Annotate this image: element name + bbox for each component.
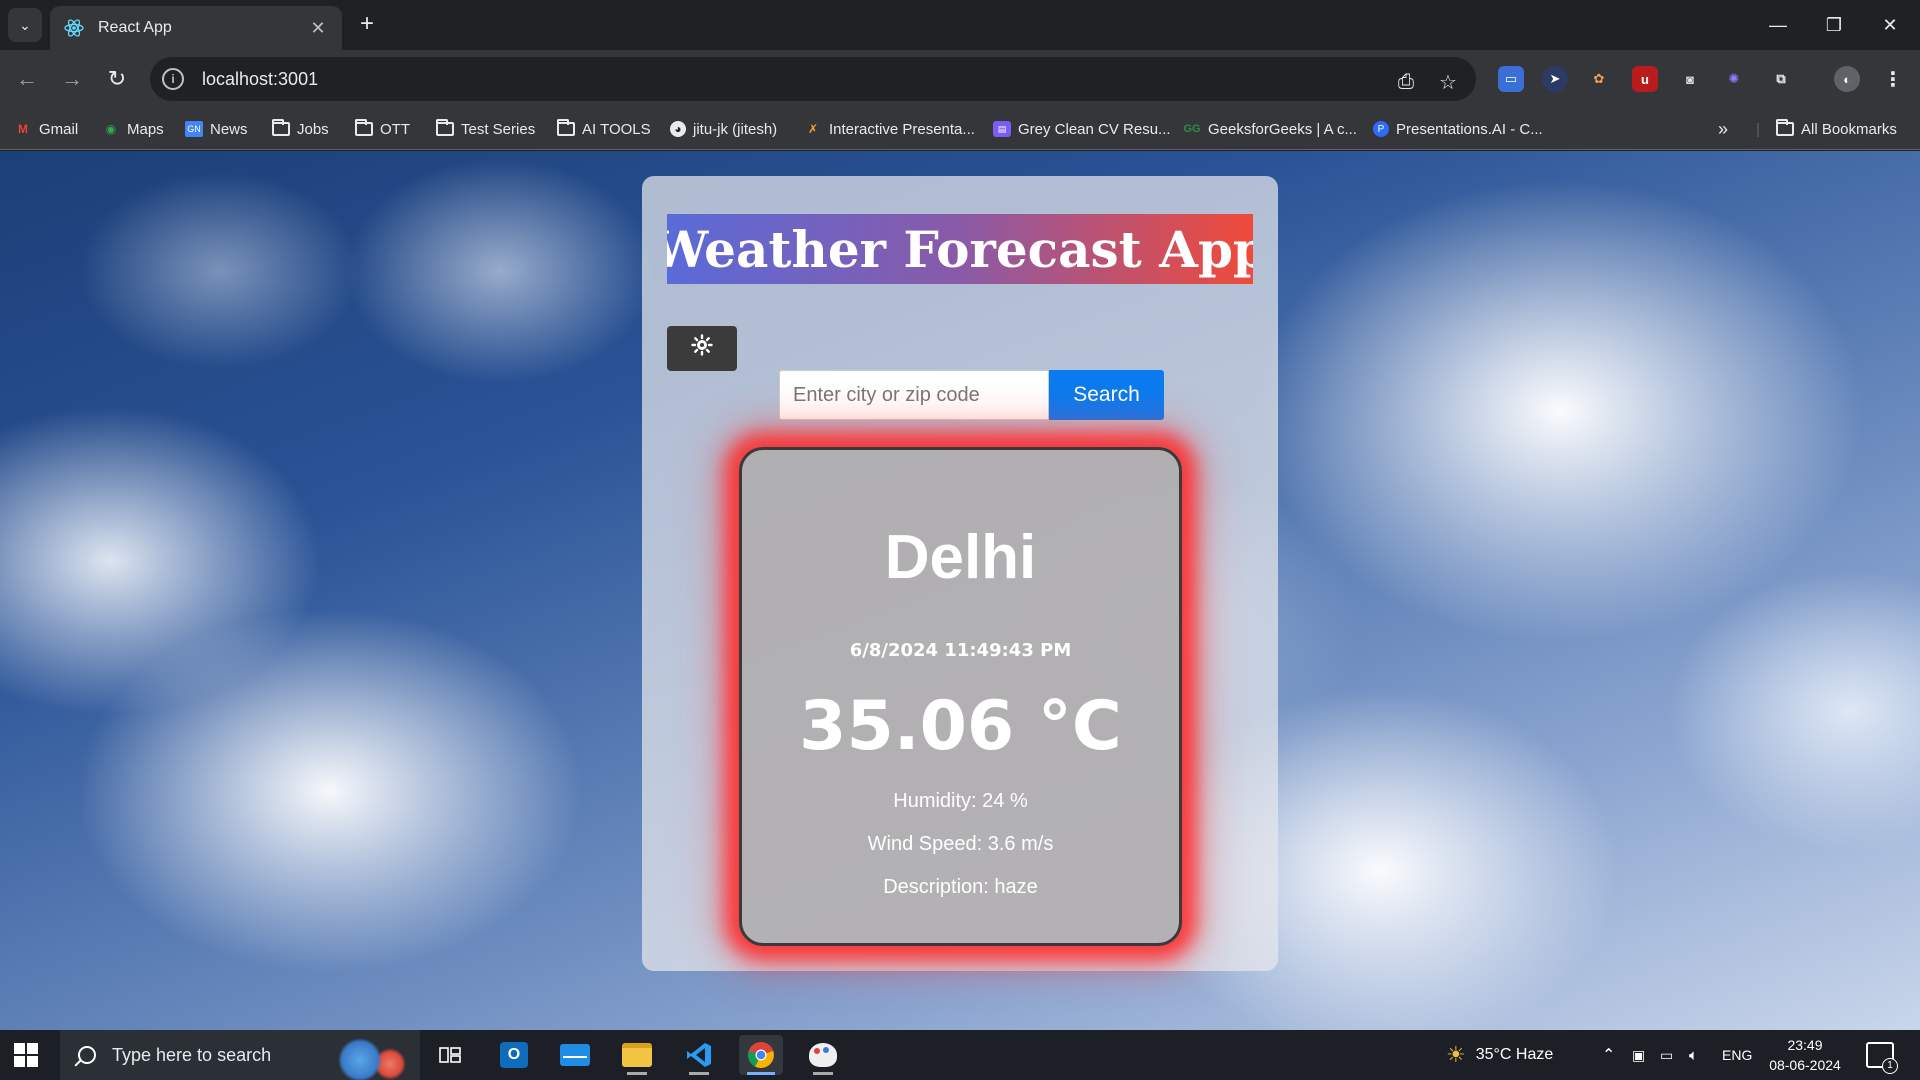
folder-icon (1776, 119, 1794, 136)
taskbar-weather[interactable]: ☀ 35°C Haze (1446, 1030, 1553, 1080)
notification-center-icon[interactable]: 1 (1866, 1042, 1898, 1074)
folder-icon (557, 119, 575, 136)
bookmark-maps[interactable]: ◉ Maps (102, 116, 164, 142)
paint-app-icon[interactable] (801, 1035, 845, 1075)
folder-icon (436, 119, 454, 136)
bookmark-news[interactable]: GN News (185, 116, 248, 142)
folder-icon (272, 119, 290, 136)
reel-extension-icon[interactable]: ✿ (1586, 66, 1612, 92)
page-viewport: Weather Forecast App Search Delhi 6/8/20… (0, 151, 1920, 1030)
site-info-icon[interactable]: i (162, 68, 184, 90)
browser-tab[interactable]: React App ✕ (50, 6, 342, 50)
bookmark-star-icon[interactable]: ☆ (1434, 68, 1462, 96)
bookmark-github[interactable]: ◕ jitu-jk (jitesh) (670, 116, 777, 142)
bookmark-gfg[interactable]: GG GeeksforGeeks | A c... (1183, 116, 1357, 142)
wind-speed: Wind Speed: 3.6 m/s (867, 833, 1054, 855)
app-title: Weather Forecast App (667, 214, 1253, 284)
bookmarks-bar: M Gmail ◉ Maps GN News Jobs OTT Test Series… (0, 108, 1920, 150)
tab-title: React App (98, 19, 172, 36)
bookmark-test-series[interactable]: Test Series (436, 116, 535, 142)
taskbar-search-placeholder: Type here to search (112, 1044, 272, 1065)
sparkle-extension-icon[interactable]: ✺ (1721, 66, 1747, 92)
search-highlight-graphic (320, 1030, 420, 1080)
haze-icon: ☀ (1446, 1042, 1466, 1067)
clock-time: 23:49 (1787, 1037, 1823, 1053)
meet-now-icon[interactable]: ▣ (1632, 1030, 1645, 1080)
install-app-icon[interactable]: ⎙ (1392, 68, 1420, 96)
ublock-icon[interactable]: u (1632, 66, 1658, 92)
weather-card: Delhi 6/8/2024 11:49:43 PM 35.06 °C Humi… (739, 447, 1182, 946)
tab-strip: ⌄ React App ✕ + — ❐ ✕ (0, 0, 1920, 50)
more-bookmarks-icon[interactable]: » (1718, 116, 1728, 142)
maps-icon: ◉ (105, 122, 117, 136)
bookmark-interactive[interactable]: ✗ Interactive Presenta... (804, 116, 975, 142)
extension-icon[interactable]: ▭ (1498, 66, 1524, 92)
back-icon[interactable]: ← (10, 62, 44, 96)
folder-icon (355, 119, 373, 136)
minimize-icon[interactable]: — (1750, 0, 1806, 50)
bookmark-divider: | (1756, 120, 1760, 138)
theme-toggle-button[interactable] (667, 326, 737, 371)
notification-count: 1 (1882, 1058, 1898, 1074)
bookmark-presentations-ai[interactable]: P Presentations.AI - C... (1373, 116, 1543, 142)
taskbar-weather-text: 35°C Haze (1475, 1046, 1554, 1063)
url-text: localhost:3001 (202, 68, 319, 89)
chevron-down-icon: ⌄ (19, 16, 31, 33)
weather-app-container: Weather Forecast App Search Delhi 6/8/20… (642, 176, 1278, 971)
bookmark-jobs[interactable]: Jobs (272, 116, 329, 142)
temperature: 35.06 °C (799, 687, 1122, 766)
new-tab-button[interactable]: + (352, 10, 382, 40)
file-explorer-icon[interactable] (615, 1035, 659, 1075)
sun-icon (691, 334, 713, 363)
cursor-extension-icon[interactable]: ➤ (1542, 66, 1568, 92)
address-bar[interactable]: i localhost:3001 ⎙ ☆ (150, 57, 1476, 101)
news-icon: GN (185, 121, 203, 137)
chrome-icon[interactable] (739, 1035, 783, 1075)
presentations-ai-icon: P (1373, 121, 1389, 137)
all-bookmarks[interactable]: All Bookmarks (1776, 116, 1897, 142)
bookmark-ott[interactable]: OTT (355, 116, 410, 142)
reload-icon[interactable]: ↻ (100, 62, 134, 96)
humidity: Humidity: 24 % (893, 790, 1028, 812)
city-name: Delhi (884, 523, 1037, 592)
weather-description: Description: haze (883, 876, 1038, 898)
tab-close-icon[interactable]: ✕ (308, 18, 328, 39)
volume-icon[interactable]: 🔈︎ (1689, 1030, 1698, 1080)
search-icon (78, 1046, 96, 1064)
city-search-input[interactable] (779, 370, 1049, 420)
mail-icon[interactable] (553, 1035, 597, 1075)
clock-date: 08-06-2024 (1769, 1057, 1841, 1073)
camera-extension-icon[interactable]: ◙ (1677, 66, 1703, 92)
outlook-new-icon[interactable]: O (492, 1035, 536, 1075)
language-indicator[interactable]: ENG (1722, 1030, 1752, 1080)
bookmark-ai-tools[interactable]: AI TOOLS (557, 116, 651, 142)
gfg-icon: GG (1183, 123, 1201, 135)
github-icon: ◕ (670, 121, 686, 137)
tab-search-button[interactable]: ⌄ (8, 8, 42, 42)
search-button[interactable]: Search (1049, 370, 1164, 420)
profile-avatar[interactable]: ◐ (1834, 66, 1860, 92)
vscode-icon[interactable] (677, 1035, 721, 1075)
show-hidden-icons[interactable]: ⌃ (1602, 1030, 1615, 1080)
canva-icon: ▤ (993, 121, 1011, 137)
bookmark-cv[interactable]: ▤ Grey Clean CV Resu... (993, 116, 1171, 142)
restore-icon[interactable]: ❐ (1806, 0, 1862, 50)
windows-taskbar: Type here to search O ☀ 35°C Haze ⌃ ▣ ▭ … (0, 1030, 1920, 1080)
forward-icon[interactable]: → (55, 62, 89, 96)
weather-datetime: 6/8/2024 11:49:43 PM (849, 640, 1072, 661)
taskbar-search-box[interactable]: Type here to search (60, 1030, 420, 1080)
battery-icon[interactable]: ▭ (1660, 1030, 1673, 1080)
browser-toolbar: ← → ↻ i localhost:3001 ⎙ ☆ ▭ ➤ ✿ u ◙ ✺ ⧉… (0, 50, 1920, 108)
bookmark-gmail[interactable]: M Gmail (14, 116, 78, 142)
taskbar-clock[interactable]: 23:49 08-06-2024 (1760, 1035, 1850, 1075)
presentation-icon: ✗ (807, 122, 819, 136)
react-icon (64, 18, 84, 38)
task-view-icon[interactable] (428, 1035, 472, 1075)
windows-start-icon[interactable] (14, 1043, 38, 1067)
extensions-puzzle-icon[interactable]: ⧉ (1768, 66, 1794, 92)
gmail-icon: M (18, 122, 28, 136)
close-window-icon[interactable]: ✕ (1862, 0, 1918, 50)
menu-kebab-icon[interactable]: ⋮ (1880, 66, 1906, 92)
